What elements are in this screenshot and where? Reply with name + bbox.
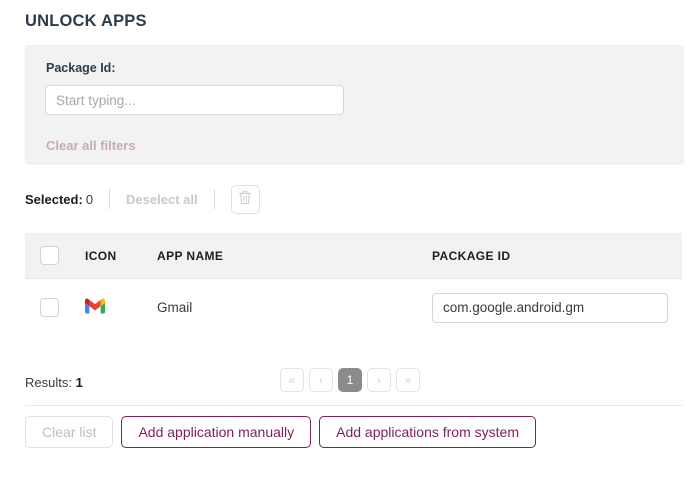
selected-count: 0 xyxy=(85,191,94,207)
footer-divider xyxy=(25,405,682,406)
pagination: « ‹ 1 › » xyxy=(280,368,420,392)
toolbar-divider-2 xyxy=(213,189,215,209)
delete-selected-button[interactable] xyxy=(230,184,260,214)
deselect-all-button[interactable]: Deselect all xyxy=(126,192,198,207)
row-select-cell xyxy=(25,298,85,317)
gmail-icon xyxy=(85,298,105,317)
pagination-first-button[interactable]: « xyxy=(280,368,304,392)
package-id-filter-input[interactable] xyxy=(45,85,344,115)
clear-list-button[interactable]: Clear list xyxy=(25,416,114,448)
pagination-page-1[interactable]: 1 xyxy=(338,368,362,392)
page-title: UNLOCK APPS xyxy=(25,12,147,30)
toolbar-divider-1 xyxy=(109,189,111,209)
add-application-manually-button[interactable]: Add application manually xyxy=(121,416,312,448)
column-header-icon: ICON xyxy=(85,248,117,263)
selected-counter: Selected: 0 xyxy=(25,192,93,207)
results-number: 1 xyxy=(75,374,83,390)
pagination-last-button[interactable]: » xyxy=(396,368,420,392)
row-package-id-cell xyxy=(432,292,682,323)
pagination-prev-button[interactable]: ‹ xyxy=(309,368,333,392)
results-count: Results: 1 xyxy=(25,375,83,390)
results-bar: Results: 1 « ‹ 1 › » xyxy=(25,368,682,396)
selected-label: Selected: xyxy=(25,191,83,207)
footer-actions: Clear list Add application manually Add … xyxy=(25,416,536,448)
add-applications-from-system-button[interactable]: Add applications from system xyxy=(319,416,536,448)
package-id-label: Package Id: xyxy=(46,61,116,75)
column-header-package-id: PACKAGE ID xyxy=(432,248,511,263)
table-header-row: ICON APP NAME PACKAGE ID xyxy=(25,233,682,279)
pagination-next-button[interactable]: › xyxy=(367,368,391,392)
apps-table: ICON APP NAME PACKAGE ID Gmail com.googl… xyxy=(25,233,682,336)
unlock-apps-page: UNLOCK APPS Package Id: Clear all filter… xyxy=(0,0,693,500)
select-all-cell xyxy=(25,246,85,265)
select-all-checkbox[interactable] xyxy=(40,246,59,265)
table-row: Gmail xyxy=(25,279,682,336)
row-package-id-input[interactable] xyxy=(432,292,668,323)
trash-icon xyxy=(238,190,252,208)
results-label: Results: xyxy=(25,374,72,390)
row-checkbox[interactable] xyxy=(40,298,59,317)
clear-all-filters-link[interactable]: Clear all filters xyxy=(46,138,136,153)
column-header-app-name: APP NAME xyxy=(157,248,224,263)
row-icon-cell xyxy=(85,298,157,317)
row-app-name: Gmail xyxy=(157,300,193,315)
selection-toolbar: Selected: 0 Deselect all xyxy=(25,182,682,216)
